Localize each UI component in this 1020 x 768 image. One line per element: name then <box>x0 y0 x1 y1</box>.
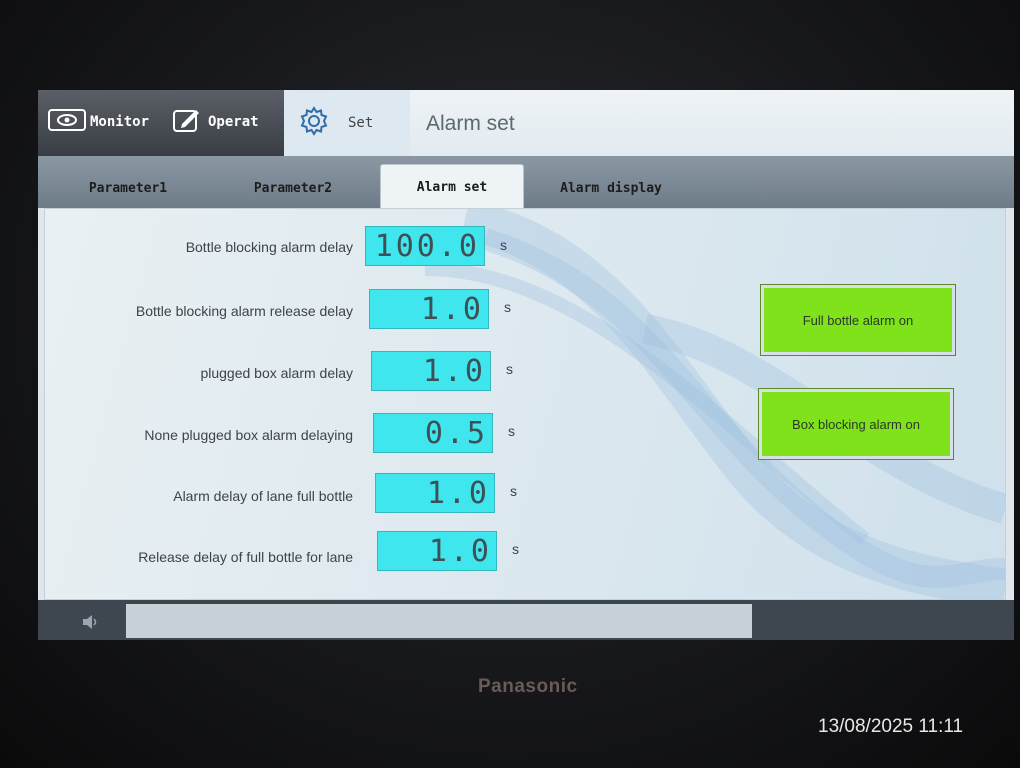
set-label: Set <box>348 115 374 131</box>
tab-parameter1[interactable]: Parameter1 <box>58 170 198 206</box>
param-label-bottle-blocking-alarm-delay: Bottle blocking alarm delay <box>185 239 353 255</box>
photo-timestamp: 13/08/2025 11:11 <box>818 716 964 737</box>
brand-logo: Panasonic <box>478 676 578 697</box>
monitor-label: Monitor <box>90 114 150 130</box>
tab-alarm-display[interactable]: Alarm display <box>536 170 686 206</box>
param-label-alarm-delay-of-lane-full-bottle: Alarm delay of lane full bottle <box>173 488 353 504</box>
tab-label: Alarm display <box>560 180 662 196</box>
unit-label: s <box>506 361 513 377</box>
tab-label: Parameter2 <box>253 180 333 196</box>
param-label-none-plugged-box-alarm-delaying: None plugged box alarm delaying <box>144 427 353 443</box>
operat-button[interactable]: Operat <box>172 102 259 142</box>
release-delay-of-full-bottle-for-lane-input[interactable]: 1.0 <box>377 531 497 571</box>
bottle-blocking-alarm-release-delay-input[interactable]: 1.0 <box>369 289 489 329</box>
page-title: Alarm set <box>426 112 515 135</box>
status-message-field <box>126 604 752 638</box>
tab-label: Alarm set <box>416 179 488 195</box>
title-area: Alarm set <box>410 90 1014 156</box>
plugged-box-alarm-delay-input[interactable]: 1.0 <box>371 351 491 391</box>
speaker-icon[interactable] <box>82 614 100 633</box>
alarm-settings-panel: Bottle blocking alarm delay 100.0 s Bott… <box>44 208 1006 600</box>
tab-bar: Parameter1 Parameter2 Alarm set Alarm di… <box>38 156 1014 209</box>
box-blocking-alarm-button[interactable]: Box blocking alarm on <box>758 388 954 460</box>
monitor-icon <box>48 108 86 136</box>
tab-label: Parameter1 <box>88 180 168 196</box>
gear-icon <box>298 105 330 141</box>
full-bottle-alarm-button[interactable]: Full bottle alarm on <box>760 284 956 356</box>
alarm-delay-of-lane-full-bottle-input[interactable]: 1.0 <box>375 473 495 513</box>
hmi-screen: Monitor Operat Set Alarm set Parameter1 … <box>38 90 1014 640</box>
monitor-button[interactable]: Monitor <box>48 102 149 142</box>
status-bar <box>38 600 1014 640</box>
top-bar: Monitor Operat Set Alarm set <box>38 90 1014 156</box>
tab-parameter2[interactable]: Parameter2 <box>218 170 368 206</box>
none-plugged-box-alarm-delaying-input[interactable]: 0.5 <box>373 413 493 453</box>
operat-label: Operat <box>208 114 259 130</box>
unit-label: s <box>510 483 517 499</box>
param-label-bottle-blocking-alarm-release-delay: Bottle blocking alarm release delay <box>135 303 353 319</box>
nav-group: Monitor Operat <box>38 90 284 156</box>
edit-icon <box>172 107 202 137</box>
set-button[interactable]: Set <box>284 90 410 156</box>
unit-label: s <box>500 237 507 253</box>
param-label-release-delay-of-full-bottle-for-lane: Release delay of full bottle for lane <box>138 549 353 565</box>
unit-label: s <box>512 541 519 557</box>
unit-label: s <box>504 299 511 315</box>
bottle-blocking-alarm-delay-input[interactable]: 100.0 <box>365 226 485 266</box>
unit-label: s <box>508 423 515 439</box>
tab-alarm-set[interactable]: Alarm set <box>380 164 524 209</box>
param-label-plugged-box-alarm-delay: plugged box alarm delay <box>200 365 353 381</box>
